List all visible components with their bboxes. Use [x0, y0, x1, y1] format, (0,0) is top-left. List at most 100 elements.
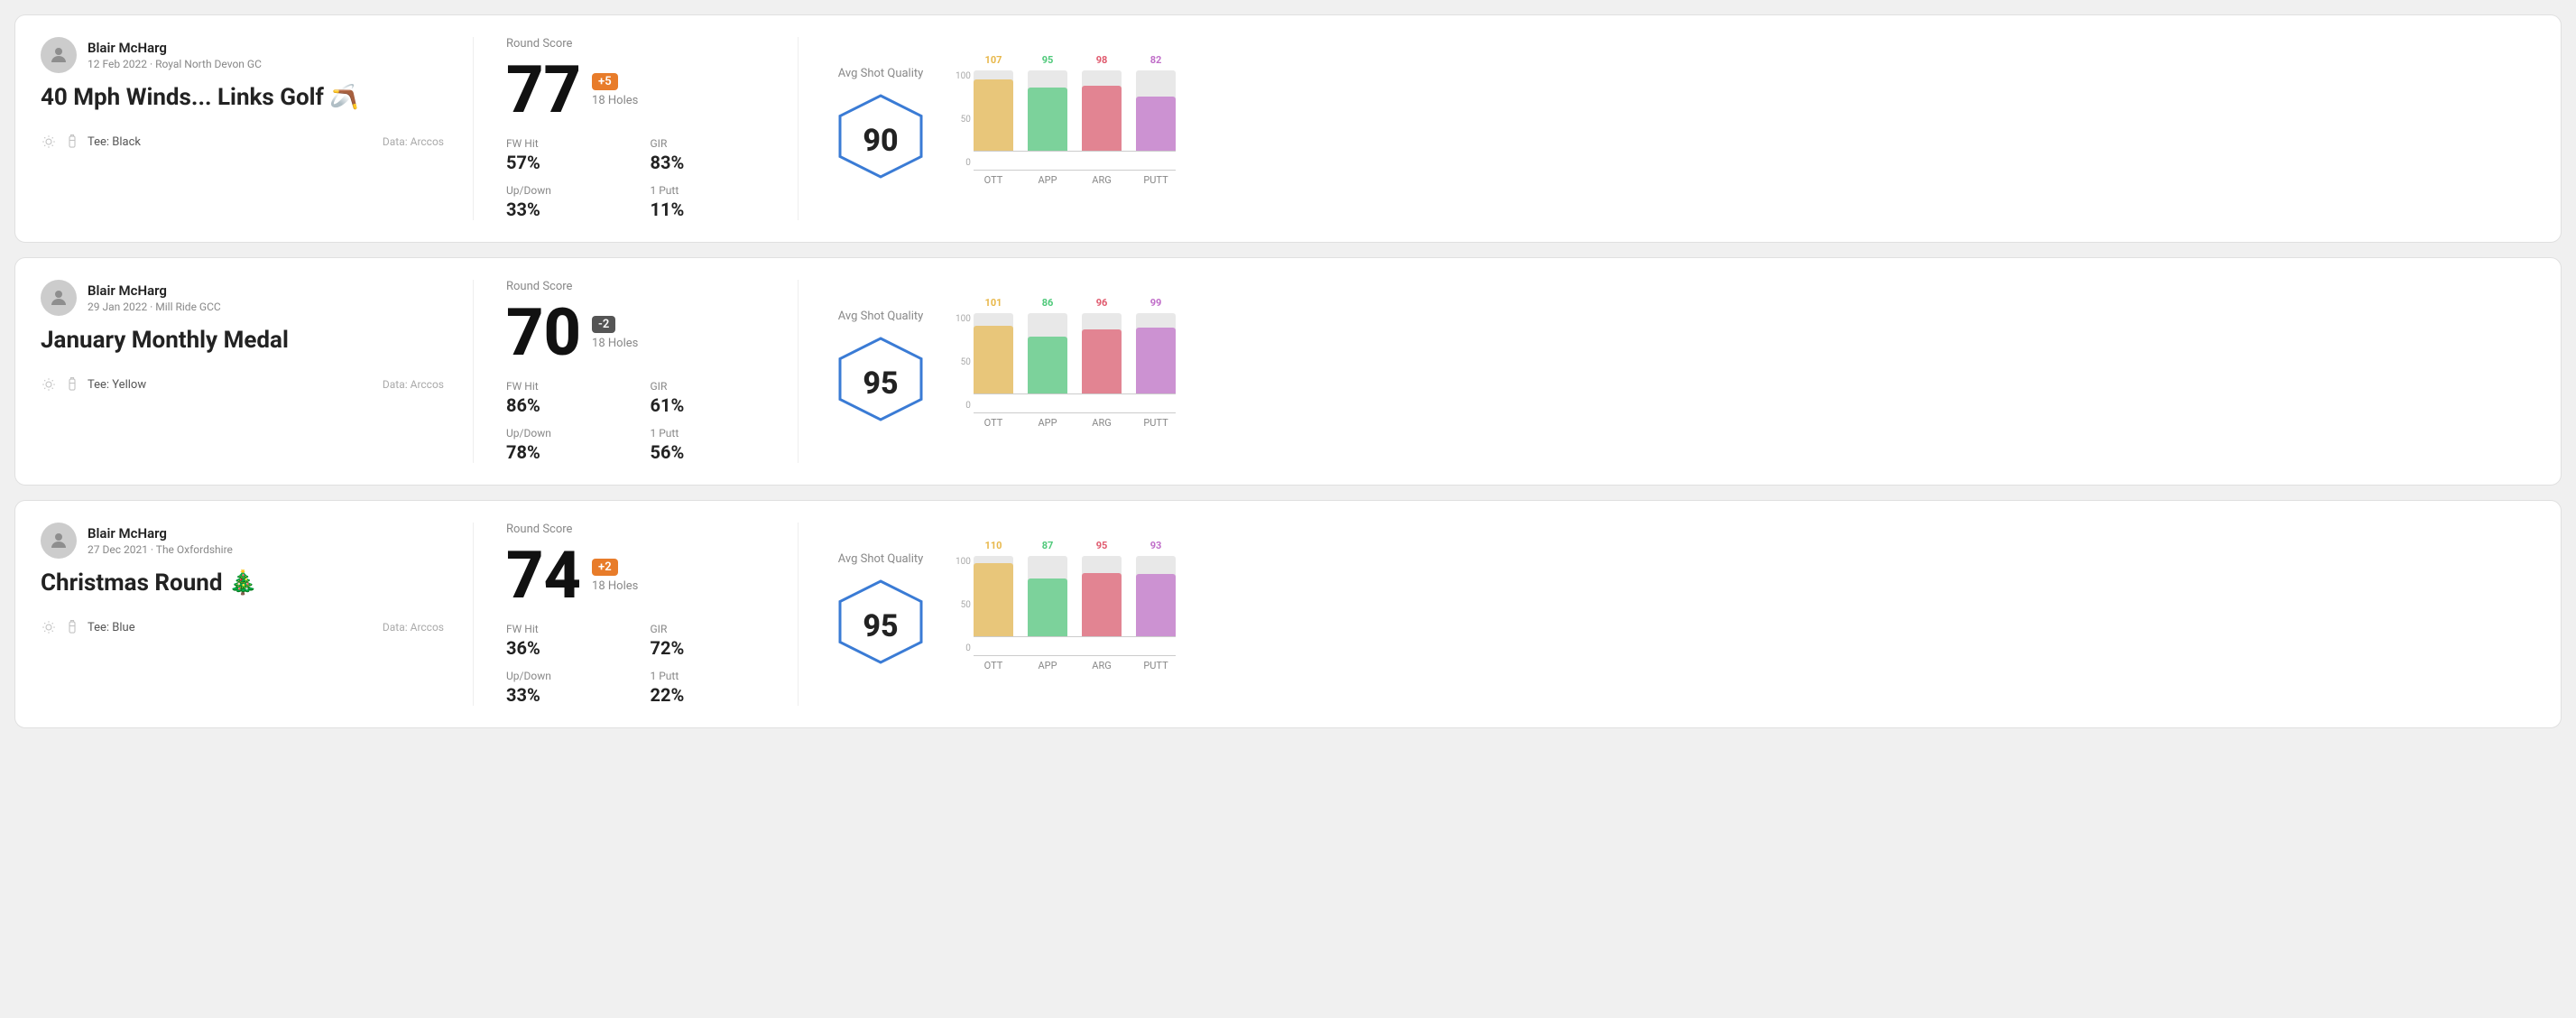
- round-title: Christmas Round 🎄: [41, 569, 444, 597]
- x-label: PUTT: [1136, 174, 1176, 186]
- stat-value-one-putt: 22%: [651, 684, 766, 706]
- stat-value-fw-hit: 57%: [506, 152, 622, 173]
- stat-gir: GIR 61%: [651, 380, 766, 416]
- avatar: [41, 523, 77, 559]
- bar-background: [974, 70, 1013, 152]
- bar-fill: [974, 563, 1013, 638]
- weather-icon: [41, 376, 57, 393]
- bar-fill: [1136, 328, 1176, 394]
- y-label: 0: [965, 401, 971, 411]
- bar-fill: [974, 79, 1013, 152]
- user-meta: 12 Feb 2022 · Royal North Devon GC: [88, 58, 262, 70]
- stat-label-up-down: Up/Down: [506, 184, 622, 197]
- stat-label-fw-hit: FW Hit: [506, 137, 622, 150]
- bar-fill: [1082, 329, 1122, 394]
- bar-background: [1136, 313, 1176, 394]
- round-card: Blair McHarg 12 Feb 2022 · Royal North De…: [14, 14, 2562, 243]
- bar-group-arg: 96: [1082, 297, 1122, 394]
- bar-background: [1082, 313, 1122, 394]
- score-badge: +5: [592, 73, 618, 90]
- stat-up-down: Up/Down 33%: [506, 184, 622, 220]
- x-label: PUTT: [1136, 417, 1176, 429]
- tee-label: Tee: Black: [88, 135, 141, 149]
- stat-label-one-putt: 1 Putt: [651, 670, 766, 682]
- stat-label-gir: GIR: [651, 137, 766, 150]
- bar-group-arg: 98: [1082, 54, 1122, 152]
- hexagon-wrapper: 95: [831, 577, 930, 676]
- tee-label: Tee: Blue: [88, 621, 135, 634]
- user-meta: 29 Jan 2022 · Mill Ride GCC: [88, 301, 221, 313]
- bar-fill: [1028, 337, 1067, 395]
- bar-chart: 110879593: [974, 557, 1176, 656]
- stats-grid: FW Hit 36% GIR 72% Up/Down 33% 1 Putt 22…: [506, 623, 765, 706]
- x-label: OTT: [974, 660, 1013, 671]
- user-info: Blair McHarg 12 Feb 2022 · Royal North De…: [88, 40, 262, 70]
- stat-label-gir: GIR: [651, 623, 766, 635]
- weather-icon: [41, 619, 57, 635]
- x-label: APP: [1028, 660, 1067, 671]
- card-right: Avg Shot Quality 95 100500110879593OTTAP…: [799, 523, 2535, 706]
- shot-quality-container: Avg Shot Quality 95: [831, 310, 930, 433]
- bar-value: 98: [1096, 54, 1108, 66]
- stat-value-gir: 61%: [651, 394, 766, 416]
- bar-chart-container: 100500101869699OTTAPPARGPUTT: [956, 314, 1176, 429]
- user-row: Blair McHarg 12 Feb 2022 · Royal North De…: [41, 37, 444, 73]
- y-label: 50: [961, 357, 971, 367]
- score-badge: +2: [592, 559, 618, 576]
- stat-value-one-putt: 56%: [651, 441, 766, 463]
- stat-label-fw-hit: FW Hit: [506, 380, 622, 393]
- tee-row: Tee: Yellow Data: Arccos: [41, 376, 444, 393]
- big-score: 74: [506, 543, 581, 608]
- holes-label: 18 Holes: [592, 337, 638, 350]
- y-label: 0: [965, 158, 971, 168]
- bar-group-app: 95: [1028, 54, 1067, 152]
- avatar: [41, 37, 77, 73]
- x-label: PUTT: [1136, 660, 1176, 671]
- score-row: 70-218 Holes: [506, 301, 765, 366]
- y-label: 100: [956, 71, 971, 81]
- tee-info: Tee: Black: [41, 134, 141, 150]
- big-score: 77: [506, 58, 581, 123]
- bar-group-putt: 93: [1136, 540, 1176, 637]
- tee-row: Tee: Blue Data: Arccos: [41, 619, 444, 635]
- stat-value-up-down: 33%: [506, 684, 622, 706]
- bar-chart: 107959882: [974, 71, 1176, 171]
- avatar: [41, 280, 77, 316]
- bar-fill: [1082, 86, 1122, 153]
- bar-value: 101: [985, 297, 1002, 309]
- stat-one-putt: 1 Putt 56%: [651, 427, 766, 463]
- user-name: Blair McHarg: [88, 40, 262, 56]
- shot-quality-container: Avg Shot Quality 90: [831, 67, 930, 190]
- stat-fw-hit: FW Hit 57%: [506, 137, 622, 173]
- stat-fw-hit: FW Hit 36%: [506, 623, 622, 659]
- round-score-label: Round Score: [506, 280, 765, 293]
- bar-value: 87: [1042, 540, 1054, 551]
- avg-shot-quality-label: Avg Shot Quality: [838, 552, 924, 566]
- bar-group-putt: 99: [1136, 297, 1176, 394]
- avg-shot-quality-label: Avg Shot Quality: [838, 310, 924, 323]
- stat-fw-hit: FW Hit 86%: [506, 380, 622, 416]
- bar-group-app: 86: [1028, 297, 1067, 394]
- stat-value-up-down: 78%: [506, 441, 622, 463]
- golf-bag-icon: [64, 619, 80, 635]
- tee-info: Tee: Blue: [41, 619, 135, 635]
- x-label: APP: [1028, 174, 1067, 186]
- y-label: 50: [961, 600, 971, 610]
- data-source: Data: Arccos: [383, 378, 444, 391]
- tee-info: Tee: Yellow: [41, 376, 146, 393]
- weather-icon: [41, 134, 57, 150]
- card-middle: Round Score 70-218 Holes FW Hit 86% GIR 6…: [474, 280, 799, 463]
- card-middle: Round Score74+218 Holes FW Hit 36% GIR 7…: [474, 523, 799, 706]
- bar-group-putt: 82: [1136, 54, 1176, 152]
- stats-grid: FW Hit 86% GIR 61% Up/Down 78% 1 Putt 56…: [506, 380, 765, 463]
- card-left: Blair McHarg29 Jan 2022 · Mill Ride GCCJ…: [41, 280, 474, 463]
- bar-group-app: 87: [1028, 540, 1067, 637]
- stat-value-up-down: 33%: [506, 199, 622, 220]
- data-source: Data: Arccos: [383, 135, 444, 148]
- stat-one-putt: 1 Putt 22%: [651, 670, 766, 706]
- stat-value-one-putt: 11%: [651, 199, 766, 220]
- bar-background: [1028, 313, 1067, 394]
- stat-label-up-down: Up/Down: [506, 670, 622, 682]
- x-label: ARG: [1082, 660, 1122, 671]
- stat-up-down: Up/Down 33%: [506, 670, 622, 706]
